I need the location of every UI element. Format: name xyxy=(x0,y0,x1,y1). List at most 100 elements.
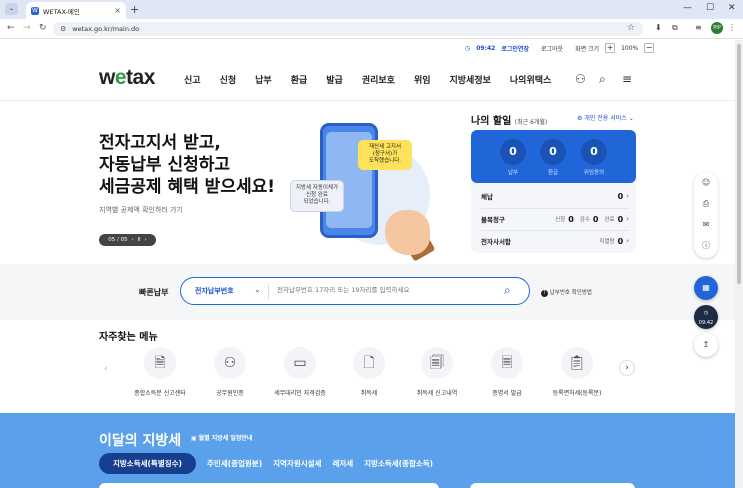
new-tab-icon[interactable]: + xyxy=(130,3,139,16)
field-divider xyxy=(268,284,269,299)
slide-prev-icon[interactable]: ‹ xyxy=(132,237,134,243)
chat-icon[interactable]: ✉ xyxy=(694,214,718,235)
local-tax-tabs: 지방소득세(특별징수) 주민세(종업원분) 지역자원시설세 레저세 지방소득세(… xyxy=(99,453,433,474)
media-icon[interactable]: ≡ xyxy=(695,23,702,32)
wetax-favicon-icon: W xyxy=(31,6,39,15)
ebox-row[interactable]: 전자사서함 미열람 0 › xyxy=(481,230,629,252)
minimize-icon[interactable]: — xyxy=(683,3,692,13)
menu-item-delegate[interactable]: 위임 xyxy=(414,73,431,86)
menu-item-refund[interactable]: 환급 xyxy=(291,73,308,86)
payment-number-help-link[interactable]: ! 납부번호 확인방법 xyxy=(541,288,592,297)
my-tasks-rows: 체납 0 › 불복청구 신청 0 검수 0 완료 0 › 전자사서함 미열람 0 › xyxy=(471,183,636,253)
forward-icon[interactable]: → xyxy=(23,23,31,33)
certificate-icon: 🗏 xyxy=(491,347,523,379)
browser-tab[interactable]: W WETAX-메인 × xyxy=(26,2,126,19)
stat-refund[interactable]: 0 환급 xyxy=(540,139,566,176)
hamburger-menu-icon[interactable]: ≡ xyxy=(622,72,632,86)
menu-item-pay[interactable]: 납부 xyxy=(255,73,272,86)
wetax-logo[interactable]: wetax xyxy=(99,66,155,90)
maximize-icon[interactable]: ☐ xyxy=(706,3,714,13)
menu-item-apply[interactable]: 신청 xyxy=(220,73,237,86)
grid-menu-icon[interactable]: ▦ xyxy=(694,276,718,300)
zoom-label: 화면 크기 xyxy=(575,45,600,53)
monthly-schedule-link[interactable]: ▣ 월별 지방세 일정안내 xyxy=(191,433,252,442)
login-extend-link[interactable]: 로그인연장 xyxy=(501,44,529,53)
window-close-icon[interactable]: ✕ xyxy=(728,3,736,13)
user-icon[interactable]: ⚇ xyxy=(575,72,586,86)
scroll-top-icon[interactable]: ↥ xyxy=(694,333,718,357)
favorite-item[interactable]: ⚇ 공무원인증 xyxy=(190,347,270,397)
favorites-title: 자주찾는 메뉴 xyxy=(99,332,158,343)
personal-service-dropdown[interactable]: ⚙ 개인 전용 서비스 ⌄ xyxy=(577,113,634,122)
favorite-item[interactable]: 🗎 종합소득분 신고센터 xyxy=(120,347,200,397)
page-scrollbar[interactable] xyxy=(735,40,743,488)
monthly-local-tax-title: 이달의 지방세 xyxy=(99,433,182,449)
extensions-icon[interactable]: ⧉ xyxy=(672,23,678,33)
tab-regional-resource[interactable]: 지역자원시설세 xyxy=(273,458,321,469)
chevron-down-icon: ⌄ xyxy=(628,115,634,122)
reload-icon[interactable]: ↻ xyxy=(39,23,47,33)
favorites-next-icon[interactable]: › xyxy=(619,360,635,376)
printer-icon[interactable]: ⎙ xyxy=(694,193,718,214)
menu-item-report[interactable]: 신고 xyxy=(184,73,201,86)
global-nav: wetax 신고 신청 납부 환급 발급 권리보호 위임 지방세정보 나의위택스… xyxy=(0,62,735,100)
bookmark-star-icon[interactable]: ☆ xyxy=(627,23,635,33)
slide-pause-icon[interactable]: Ⅱ xyxy=(138,237,141,243)
stat-delegation[interactable]: 0 위임동의 xyxy=(581,139,607,176)
favorite-item[interactable]: 🗐 취득세 신고내역 xyxy=(397,347,477,397)
logout-link[interactable]: 로그아웃 xyxy=(541,44,563,53)
floating-quick-menu: ☺ ⎙ ✉ ⓘ xyxy=(694,172,718,258)
menu-item-local-tax-info[interactable]: 지방세정보 xyxy=(450,73,491,86)
stat-payment[interactable]: 0 납부 xyxy=(500,139,526,176)
tab-search-dropdown-icon[interactable]: ⌄ xyxy=(5,3,18,15)
tab-resident-employee[interactable]: 주민세(종업원분) xyxy=(207,458,262,469)
browser-menu-icon[interactable]: ⋮ xyxy=(728,23,736,32)
chevron-right-icon: › xyxy=(626,237,629,245)
tab-local-income-withholding[interactable]: 지방소득세(특별징수) xyxy=(99,453,196,474)
autopay-bubble: 지방세 자동이체가 신청 완료 되었습니다. xyxy=(290,180,344,212)
info-icon[interactable]: ⓘ xyxy=(694,235,718,256)
objection-row[interactable]: 불복청구 신청 0 검수 0 완료 0 › xyxy=(481,208,629,230)
slide-counter: 05 / 05 xyxy=(108,237,128,243)
menu-item-rights[interactable]: 권리보호 xyxy=(362,73,395,86)
address-bar-row: ← → ↻ ⚙ wetax.go.kr/main.do ☆ ⬇ ⧉ ≡ PIP … xyxy=(0,19,743,39)
search-icon[interactable]: ⌕ xyxy=(599,72,606,87)
hero-subtitle-link[interactable]: 지역별 공제액 확인하러 가기 xyxy=(99,205,183,215)
favorite-item[interactable]: 🗏 증명서 발급 xyxy=(467,347,547,397)
menu-item-issue[interactable]: 발급 xyxy=(326,73,343,86)
zoom-out-button[interactable]: − xyxy=(644,43,655,53)
slide-next-icon[interactable]: › xyxy=(145,237,147,243)
document-list-search-icon: 🗐 xyxy=(421,347,453,379)
tab-leisure-tax[interactable]: 레저세 xyxy=(332,458,353,469)
url-field[interactable]: ⚙ wetax.go.kr/main.do ☆ xyxy=(53,22,643,36)
hand-illustration xyxy=(385,210,430,255)
monthly-local-tax-section: 이달의 지방세 ▣ 월별 지방세 일정안내 지방소득세(특별징수) 주민세(종업… xyxy=(0,413,735,488)
favorite-item[interactable]: ▭ 세무대리인 자격검증 xyxy=(260,347,340,397)
main-menu: 신고 신청 납부 환급 발급 권리보호 위임 지방세정보 나의위택스 xyxy=(184,73,551,86)
chevron-down-icon[interactable]: ⌄ xyxy=(254,285,261,294)
nav-divider xyxy=(0,100,735,101)
chat-bot-icon[interactable]: ☺ xyxy=(694,172,718,193)
hero-title[interactable]: 전자고지서 받고, 자동납부 신청하고 세금공제 혜택 받으세요! xyxy=(99,132,275,198)
notice-bubble: 재산세 고지서 (청구서)가 도착했습니다. xyxy=(358,140,412,170)
site-info-icon[interactable]: ⚙ xyxy=(60,25,66,33)
chevron-right-icon: › xyxy=(626,215,629,223)
profile-avatar[interactable]: PIP xyxy=(711,22,723,34)
favorites-prev-icon[interactable]: ‹ xyxy=(104,364,108,374)
tab-close-icon[interactable]: × xyxy=(114,6,121,15)
quick-pay-box: 전자납부번호 ⌄ ⌕ xyxy=(180,277,530,305)
download-icon[interactable]: ⬇ xyxy=(655,23,662,32)
menu-item-my-wetax[interactable]: 나의위택스 xyxy=(510,73,551,86)
page-content: ◷ 09:42 로그인연장 로그아웃 화면 크기 + 100% − wetax … xyxy=(0,40,735,488)
person-check-icon: ⚇ xyxy=(214,347,246,379)
session-timer[interactable]: ◷ 09:42 xyxy=(694,305,718,329)
payment-number-input[interactable] xyxy=(277,286,497,294)
arrears-row[interactable]: 체납 0 › xyxy=(481,185,629,207)
back-icon[interactable]: ← xyxy=(7,23,15,33)
tab-local-income-comprehensive[interactable]: 지방소득세(종합소득) xyxy=(364,458,433,469)
my-tasks-title: 나의 할일 (최근 6개월) xyxy=(471,116,548,127)
favorite-item[interactable]: 📋︎ 등록면허세(등록분) xyxy=(537,347,617,397)
search-icon[interactable]: ⌕ xyxy=(504,283,511,298)
pay-type-select[interactable]: 전자납부번호 xyxy=(195,286,234,296)
zoom-in-button[interactable]: + xyxy=(605,43,616,53)
